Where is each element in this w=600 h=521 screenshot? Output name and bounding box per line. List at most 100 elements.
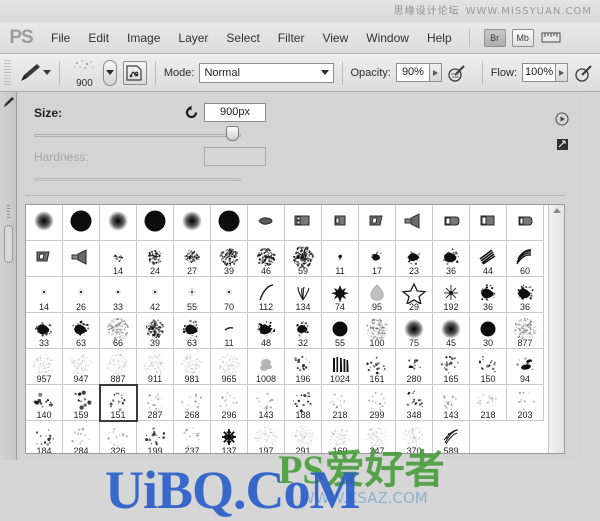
brush-preset-cell[interactable] xyxy=(248,205,285,241)
brush-preset-cell[interactable]: 981 xyxy=(174,349,211,385)
brush-preset-cell[interactable]: 55 xyxy=(322,313,359,349)
options-bar-grip[interactable] xyxy=(4,59,11,86)
brush-preset-cell[interactable]: 23 xyxy=(396,241,433,277)
brush-preset-cell[interactable]: 203 xyxy=(507,385,544,421)
opacity-slider-arrow[interactable] xyxy=(429,63,442,82)
brush-preset-cell[interactable]: 143 xyxy=(433,385,470,421)
brush-preset-cell[interactable] xyxy=(100,205,137,241)
brush-preset-cell[interactable]: 887 xyxy=(100,349,137,385)
brush-preset-cell[interactable]: 33 xyxy=(26,313,63,349)
brush-preset-cell[interactable] xyxy=(174,205,211,241)
brush-preset-cell[interactable]: 27 xyxy=(174,241,211,277)
brush-preset-cell[interactable]: 299 xyxy=(359,385,396,421)
brush-preset-cell[interactable] xyxy=(285,205,322,241)
brush-preset-cell[interactable]: 55 xyxy=(174,277,211,313)
brush-size-input[interactable]: 900px xyxy=(204,103,266,122)
brush-preset-cell[interactable]: 143 xyxy=(248,385,285,421)
brush-preset-cell[interactable]: 134 xyxy=(285,277,322,313)
brush-preset-cell[interactable]: 94 xyxy=(507,349,544,385)
brush-preset-cell[interactable] xyxy=(63,241,100,277)
brush-preset-cell[interactable]: 237 xyxy=(174,421,211,453)
brush-preset-dropdown[interactable] xyxy=(103,59,118,86)
brush-preset-cell[interactable] xyxy=(470,205,507,241)
brush-preset-cell[interactable]: 287 xyxy=(137,385,174,421)
brush-grid-scrollbar[interactable] xyxy=(548,205,564,453)
brush-preset-cell[interactable]: 32 xyxy=(285,313,322,349)
brush-preset-cell[interactable]: 159 xyxy=(63,385,100,421)
brush-preset-cell[interactable] xyxy=(396,205,433,241)
brush-preset-cell[interactable]: 46 xyxy=(248,241,285,277)
panel-preset-manager-icon[interactable] xyxy=(556,138,569,151)
ruler-icon[interactable] xyxy=(541,29,561,47)
brush-size-slider-knob[interactable] xyxy=(226,126,239,141)
flow-slider-arrow[interactable] xyxy=(555,63,569,82)
brush-preset-cell[interactable]: 39 xyxy=(137,313,174,349)
brush-preset-cell[interactable]: 137 xyxy=(211,421,248,453)
menu-item-file[interactable]: File xyxy=(42,27,79,49)
brush-preset-cell[interactable] xyxy=(211,205,248,241)
brush-preset-cell[interactable]: 44 xyxy=(470,241,507,277)
brush-preset-cell[interactable]: 14 xyxy=(100,241,137,277)
brush-preset-cell[interactable] xyxy=(322,205,359,241)
opacity-pressure-icon[interactable] xyxy=(447,62,469,84)
menu-item-help[interactable]: Help xyxy=(418,27,461,49)
brush-preset-cell[interactable]: 63 xyxy=(174,313,211,349)
brush-preset-cell[interactable]: 268 xyxy=(174,385,211,421)
airbrush-toggle-icon[interactable] xyxy=(573,62,595,84)
scroll-handle[interactable] xyxy=(3,225,13,263)
brush-preset-cell[interactable]: 60 xyxy=(507,241,544,277)
brush-preset-cell[interactable] xyxy=(63,205,100,241)
brush-preset-cell[interactable]: 48 xyxy=(248,313,285,349)
brush-preset-cell[interactable]: 326 xyxy=(100,421,137,453)
bridge-button[interactable]: Br xyxy=(483,28,506,47)
brush-preset-cell[interactable]: 63 xyxy=(63,313,100,349)
brush-preset-cell[interactable]: 947 xyxy=(63,349,100,385)
brush-preset-cell[interactable]: 11 xyxy=(322,241,359,277)
panel-grip[interactable] xyxy=(6,205,10,219)
brush-preset-cell[interactable]: 24 xyxy=(137,241,174,277)
brush-preset-cell[interactable]: 284 xyxy=(63,421,100,453)
brush-preset-cell[interactable]: 184 xyxy=(26,421,63,453)
brush-preset-cell[interactable]: 296 xyxy=(211,385,248,421)
brush-preset-cell[interactable]: 877 xyxy=(507,313,544,349)
brush-preset-cell[interactable]: 45 xyxy=(433,313,470,349)
brush-preset-cell[interactable]: 196 xyxy=(285,349,322,385)
brush-preset-cell[interactable]: 66 xyxy=(100,313,137,349)
brush-preset-cell[interactable]: 218 xyxy=(470,385,507,421)
brush-preset-cell[interactable]: 112 xyxy=(248,277,285,313)
brush-preset-cell[interactable]: 151 xyxy=(99,384,138,422)
reset-brush-icon[interactable] xyxy=(184,105,199,120)
brush-preset-cell[interactable]: 100 xyxy=(359,313,396,349)
brush-preset-cell[interactable] xyxy=(433,205,470,241)
tool-icon-top[interactable] xyxy=(1,95,16,110)
brush-preset-cell[interactable]: 26 xyxy=(63,277,100,313)
brush-preset-cell[interactable] xyxy=(507,205,544,241)
brush-preset-cell[interactable]: 911 xyxy=(137,349,174,385)
brush-preset-cell[interactable]: 188 xyxy=(285,385,322,421)
menu-item-select[interactable]: Select xyxy=(217,27,268,49)
brush-preset-cell[interactable]: 42 xyxy=(137,277,174,313)
brush-preset-cell[interactable]: 33 xyxy=(100,277,137,313)
menu-item-image[interactable]: Image xyxy=(118,27,169,49)
brush-preset-cell[interactable]: 1024 xyxy=(322,349,359,385)
flow-input[interactable]: 100% xyxy=(521,63,556,82)
brush-preset-cell[interactable]: 95 xyxy=(359,277,396,313)
mini-bridge-button[interactable]: Mb xyxy=(511,28,534,47)
brush-preset-cell[interactable]: 14 xyxy=(26,277,63,313)
brush-preset-cell[interactable]: 17 xyxy=(359,241,396,277)
brush-preset-cell[interactable] xyxy=(137,205,174,241)
panel-menu-icon[interactable] xyxy=(555,112,569,126)
brush-tool-icon[interactable] xyxy=(15,61,43,85)
brush-preset-cell[interactable]: 74 xyxy=(322,277,359,313)
brush-preset-cell[interactable]: 1008 xyxy=(248,349,285,385)
brush-preset-cell[interactable]: 39 xyxy=(211,241,248,277)
menu-item-layer[interactable]: Layer xyxy=(169,27,217,49)
brush-preset-cell[interactable]: 965 xyxy=(211,349,248,385)
brush-preset-cell[interactable]: 75 xyxy=(396,313,433,349)
brush-preset-cell[interactable]: 199 xyxy=(137,421,174,453)
brush-preset-cell[interactable]: 218 xyxy=(322,385,359,421)
brush-tool-dropdown-arrow[interactable] xyxy=(42,70,51,75)
brush-preset-cell[interactable]: 11 xyxy=(211,313,248,349)
brush-preset-cell[interactable]: 36 xyxy=(507,277,544,313)
menu-item-filter[interactable]: Filter xyxy=(269,27,314,49)
